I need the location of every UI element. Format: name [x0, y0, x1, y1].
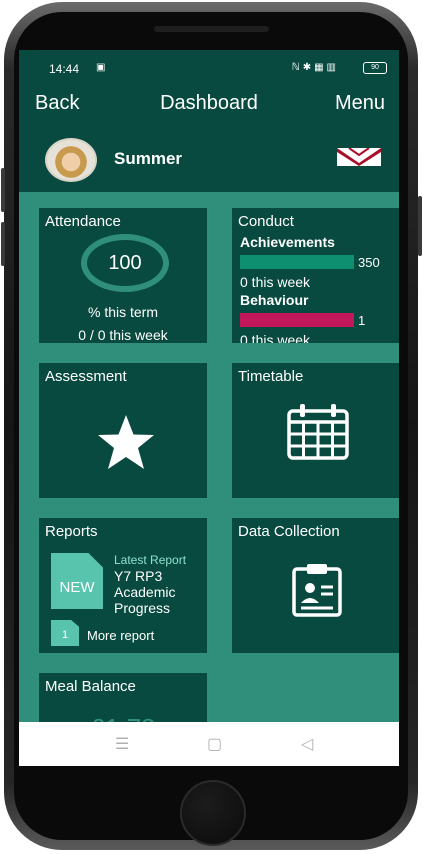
student-name: Summer	[114, 149, 183, 168]
school-crest-logo	[337, 148, 381, 166]
phone-speaker	[154, 26, 269, 32]
recent-apps-icon[interactable]: ☰	[115, 734, 129, 754]
star-icon	[98, 415, 154, 469]
behaviour-label: Behaviour	[240, 292, 309, 308]
signal-icons: ℕ✱▦▥	[291, 62, 339, 73]
dashboard-content: Summer Attendance 100 % this term 0 / 0 …	[19, 122, 399, 722]
calendar-icon	[287, 404, 349, 460]
behaviour-week: 0 this week	[240, 332, 311, 343]
achievements-bar	[240, 255, 354, 269]
avatar	[45, 138, 97, 182]
notification-icon: ▣	[96, 62, 106, 73]
new-badge: NEW	[59, 579, 95, 596]
attendance-week-label: 0 / 0 this week	[78, 327, 168, 343]
data-collection-tile[interactable]: Data Collection	[232, 518, 399, 653]
conduct-tile[interactable]: Conduct Achievements 350 0 this week Beh…	[232, 208, 399, 343]
achievements-label: Achievements	[240, 234, 335, 250]
status-bar: 14:44 ▣ ℕ✱▦▥ 90	[19, 50, 399, 86]
achievements-value: 350	[358, 255, 380, 270]
system-nav-bar: ☰ ▢ ◁	[19, 722, 399, 766]
behaviour-bar	[240, 313, 354, 327]
phone-home-button[interactable]	[180, 780, 246, 846]
attendance-tile[interactable]: Attendance 100 % this term 0 / 0 this we…	[39, 208, 207, 343]
app-bar: Back Dashboard Menu	[19, 86, 399, 122]
attendance-term-label: % this term	[87, 304, 158, 320]
power-button[interactable]	[418, 196, 422, 256]
more-report-icon: 1	[51, 620, 79, 646]
latest-report-label: Latest Report	[114, 553, 187, 567]
tile-title: Meal Balance	[45, 678, 136, 695]
battery-icon: 90	[363, 62, 387, 74]
profile-header[interactable]: Summer	[19, 122, 399, 192]
tile-title: Reports	[45, 523, 98, 540]
more-report-link[interactable]: More report	[87, 628, 154, 643]
tile-title: Attendance	[45, 213, 121, 230]
achievements-week: 0 this week	[240, 274, 311, 290]
home-icon[interactable]: ▢	[207, 734, 222, 754]
timetable-tile[interactable]: Timetable	[232, 363, 399, 498]
reports-tile[interactable]: Reports NEW Latest Report Y7 RP3 Academi…	[39, 518, 207, 653]
tile-title: Timetable	[238, 368, 304, 385]
assessment-tile[interactable]: Assessment	[39, 363, 207, 498]
screen: 14:44 ▣ ℕ✱▦▥ 90 Back Dashboard Menu Summ…	[19, 50, 399, 766]
status-time: 14:44	[49, 62, 80, 76]
report-document-icon: NEW	[51, 553, 103, 609]
meal-balance-tile[interactable]: Meal Balance £1.78	[39, 673, 207, 722]
meal-balance-value: £1.78	[39, 713, 207, 722]
volume-button[interactable]	[1, 168, 5, 212]
back-triangle-icon[interactable]: ◁	[301, 734, 313, 754]
volume-button[interactable]	[1, 222, 5, 266]
tile-title: Conduct	[238, 213, 294, 230]
behaviour-value: 1	[358, 313, 366, 328]
menu-button[interactable]: Menu	[335, 92, 385, 115]
attendance-ring: 100	[81, 234, 169, 292]
contact-clipboard-icon	[292, 564, 342, 617]
latest-report-title[interactable]: Y7 RP3 Academic Progress	[114, 568, 204, 616]
tile-title: Assessment	[45, 368, 127, 385]
tile-title: Data Collection	[238, 523, 340, 540]
